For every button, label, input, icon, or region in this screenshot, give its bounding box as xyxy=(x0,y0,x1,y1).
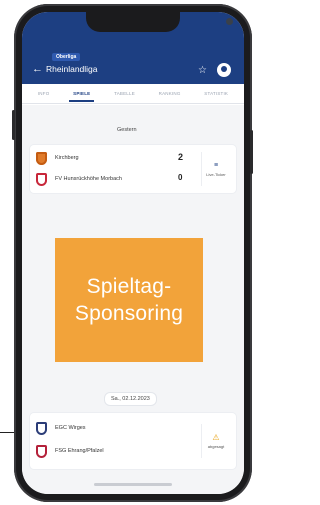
match-status-label: abgesagt xyxy=(207,444,225,449)
match-status-label: Live-Ticker xyxy=(206,171,226,177)
league-title: Rheinlandliga xyxy=(46,64,98,74)
home-score: 2 xyxy=(178,152,184,162)
tab-bar: INFO SPIELE TABELLE RANKING STATISTIK xyxy=(22,84,244,104)
team-crest-icon xyxy=(36,151,47,165)
tab-info[interactable]: INFO xyxy=(38,91,50,96)
team-crest-icon xyxy=(36,444,47,458)
team-crest-icon xyxy=(36,172,47,186)
team-name: FV Hunsrückhöhe Morbach xyxy=(55,176,122,182)
warning-icon: ⚠ xyxy=(212,433,220,442)
match-card[interactable]: EGC Wirges FSG Ehrang/Pfalzel ⚠ abgesagt xyxy=(30,413,236,469)
team-row-home: EGC Wirges xyxy=(36,421,86,435)
camera-icon xyxy=(226,18,233,25)
app-bar: Oberliga ← Rheinlandliga ☆ xyxy=(22,12,244,84)
home-indicator[interactable] xyxy=(94,483,172,486)
back-arrow-icon[interactable]: ← xyxy=(32,63,43,75)
team-name: FSG Ehrang/Pfalzel xyxy=(55,448,104,454)
team-row-away: FV Hunsrückhöhe Morbach xyxy=(36,172,122,186)
match-card[interactable]: Kirchberg 2 FV Hunsrückhöhe Morbach 0 ≡ … xyxy=(30,145,236,193)
star-icon[interactable]: ☆ xyxy=(198,66,207,76)
tab-statistik[interactable]: STATISTIK xyxy=(204,91,228,96)
section-label: Gestern xyxy=(117,127,137,133)
tab-ranking[interactable]: RANKING xyxy=(159,91,181,96)
away-score: 0 xyxy=(178,173,183,182)
sponsoring-banner: Spieltag- Sponsoring xyxy=(55,238,203,362)
team-row-away: FSG Ehrang/Pfalzel xyxy=(36,444,104,458)
phone-notch xyxy=(86,12,233,32)
team-row-home: Kirchberg xyxy=(36,151,79,165)
tab-spiele[interactable]: SPIELE xyxy=(69,91,95,102)
match-status: ⚠ abgesagt xyxy=(201,424,230,458)
team-crest-icon xyxy=(36,421,47,435)
team-name: Kirchberg xyxy=(55,155,79,161)
avatar[interactable] xyxy=(217,63,231,77)
date-pill: Sa., 02.12.2023 xyxy=(104,392,157,406)
league-tag-badge: Oberliga xyxy=(52,53,81,61)
phone-volume-button xyxy=(12,110,15,140)
ticker-icon: ≡ xyxy=(213,161,219,169)
sponsoring-line-1: Spieltag- xyxy=(86,275,172,298)
phone-power-button xyxy=(250,130,253,174)
tab-tabelle[interactable]: TABELLE xyxy=(114,91,135,96)
team-name: EGC Wirges xyxy=(55,425,86,431)
match-status: ≡ Live-Ticker xyxy=(201,152,230,186)
sponsoring-line-2: Sponsoring xyxy=(74,302,184,325)
